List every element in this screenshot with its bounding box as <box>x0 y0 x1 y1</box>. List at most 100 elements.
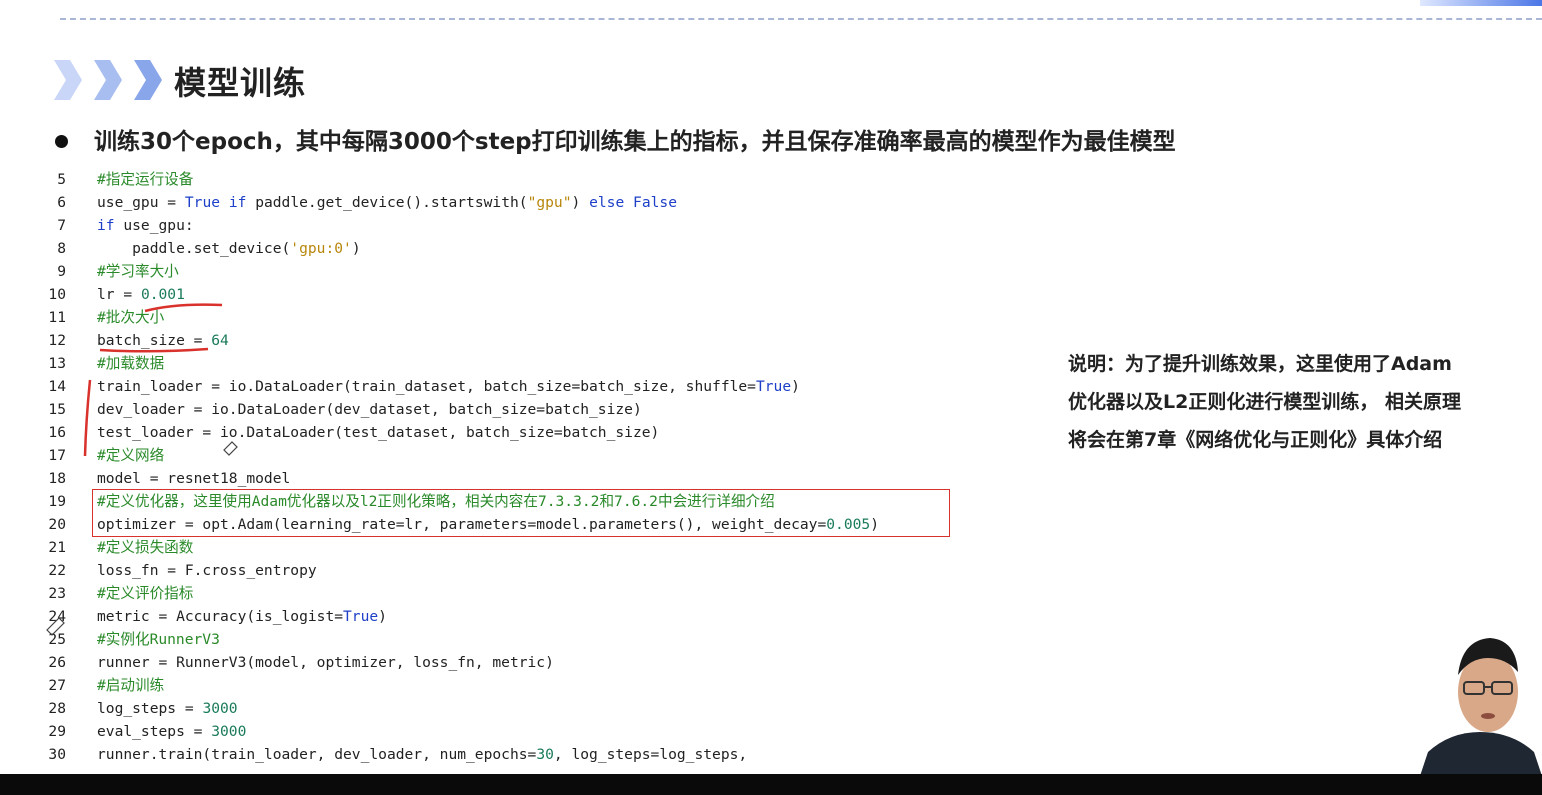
code-token: use_gpu: <box>114 217 194 234</box>
presenter-video <box>1420 620 1542 776</box>
code-token: #实例化RunnerV3 <box>97 631 220 648</box>
line-number: 12 <box>48 332 66 349</box>
code-line: 15 dev_loader = io.DataLoader(dev_dataset… <box>40 398 1040 421</box>
code-line: 23 #定义评价指标 <box>40 582 1040 605</box>
code-token: #定义损失函数 <box>97 539 194 556</box>
line-number: 8 <box>57 240 66 257</box>
bullet-text: 训练30个epoch，其中每隔3000个step打印训练集上的指标，并且保存准确… <box>94 129 1176 155</box>
code-text: loss_fn = F.cross_entropy <box>97 559 317 582</box>
code-line: 27 #启动训练 <box>40 674 1040 697</box>
side-note: 说明：为了提升训练效果，这里使用了Adam 优化器以及L2正则化进行模型训练， … <box>1068 345 1518 459</box>
code-token: test_loader = io.DataLoader(test_dataset… <box>97 424 660 441</box>
line-number: 17 <box>48 447 66 464</box>
code-token: ) <box>571 194 590 211</box>
code-line: 21 #定义损失函数 <box>40 536 1040 559</box>
line-number: 23 <box>48 585 66 602</box>
code-text: batch_size = 64 <box>97 329 229 352</box>
line-number: 10 <box>48 286 66 303</box>
code-text: #定义网络 <box>97 444 164 467</box>
code-token: #定义网络 <box>97 447 165 464</box>
chevron-arrows-icon <box>54 60 162 100</box>
code-token: dev_loader = io.DataLoader(dev_dataset, … <box>97 401 642 418</box>
line-number: 25 <box>48 631 66 648</box>
code-token: train_loader = io.DataLoader(train_datas… <box>97 378 756 395</box>
code-text: runner = RunnerV3(model, optimizer, loss… <box>97 651 554 674</box>
code-token: 30 <box>536 746 554 763</box>
code-token: paddle.set_device( <box>97 240 291 257</box>
code-token: paddle.get_device().startswith( <box>246 194 528 211</box>
line-number: 21 <box>48 539 66 556</box>
code-token: #指定运行设备 <box>97 171 194 188</box>
code-text: model = resnet18_model <box>97 467 290 490</box>
code-token: True <box>343 608 379 625</box>
code-token: lr = <box>97 286 141 303</box>
line-number: 22 <box>48 562 66 579</box>
code-block: 5 #指定运行设备 6 use_gpu = True if paddle.get_de… <box>40 168 1040 766</box>
code-text: runner.train(train_loader, dev_loader, n… <box>97 743 747 766</box>
code-line: 24 metric = Accuracy(is_logist=True) <box>40 605 1040 628</box>
code-line: 12 batch_size = 64 <box>40 329 1040 352</box>
bullet-dot <box>55 135 68 148</box>
code-token: use_gpu = <box>97 194 185 211</box>
code-token: #加载数据 <box>97 355 165 372</box>
line-number: 24 <box>48 608 66 625</box>
line-number: 27 <box>48 677 66 694</box>
code-line: 26 runner = RunnerV3(model, optimizer, lo… <box>40 651 1040 674</box>
top-accent-bar <box>1420 0 1542 6</box>
line-number: 5 <box>57 171 66 188</box>
code-token: eval_steps = <box>97 723 212 740</box>
side-note-line: 将会在第7章《网络优化与正则化》具体介绍 <box>1068 429 1443 451</box>
code-token: #启动训练 <box>97 677 165 694</box>
code-token: "gpu" <box>527 194 572 211</box>
code-token: log_steps = <box>97 700 203 717</box>
code-line: 9 #学习率大小 <box>40 260 1040 283</box>
code-token: True <box>184 194 221 211</box>
code-text: #批次大小 <box>97 306 164 329</box>
code-token: 64 <box>211 332 229 349</box>
line-number: 15 <box>48 401 66 418</box>
side-note-line: 优化器以及L2正则化进行模型训练， 相关原理 <box>1068 391 1461 413</box>
line-number: 13 <box>48 355 66 372</box>
line-number: 19 <box>48 493 66 510</box>
code-line: 29 eval_steps = 3000 <box>40 720 1040 743</box>
code-token: metric = Accuracy(is_logist= <box>97 608 344 625</box>
code-line: 8 paddle.set_device('gpu:0') <box>40 237 1040 260</box>
code-text: use_gpu = True if paddle.get_device().st… <box>97 191 677 214</box>
code-text: #定义评价指标 <box>97 582 193 605</box>
line-number: 9 <box>57 263 66 280</box>
code-text: eval_steps = 3000 <box>97 720 246 743</box>
line-number: 18 <box>48 470 66 487</box>
code-line: 10 lr = 0.001 <box>40 283 1040 306</box>
line-number: 14 <box>48 378 66 395</box>
code-token: 0.001 <box>140 286 185 303</box>
line-number: 29 <box>48 723 66 740</box>
code-line: 14 train_loader = io.DataLoader(train_dat… <box>40 375 1040 398</box>
line-number: 28 <box>48 700 66 717</box>
code-token: model = resnet18_model <box>97 470 291 487</box>
code-token: #定义评价指标 <box>97 585 194 602</box>
code-token: else <box>589 194 625 211</box>
code-token: 'gpu:0' <box>290 240 352 257</box>
presenter-avatar-icon <box>1420 620 1542 776</box>
code-line: 6 use_gpu = True if paddle.get_device().s… <box>40 191 1040 214</box>
code-token: runner = RunnerV3(model, optimizer, loss… <box>97 654 554 671</box>
code-token: #学习率大小 <box>97 263 179 280</box>
code-line: 28 log_steps = 3000 <box>40 697 1040 720</box>
code-token: True <box>755 378 792 395</box>
code-text: #实例化RunnerV3 <box>97 628 220 651</box>
code-line: 7 if use_gpu: <box>40 214 1040 237</box>
code-token: 3000 <box>211 723 247 740</box>
code-text: log_steps = 3000 <box>97 697 238 720</box>
code-text: lr = 0.001 <box>97 283 185 306</box>
line-number: 30 <box>48 746 66 763</box>
code-token: , log_steps=log_steps, <box>553 746 748 763</box>
code-line: 5 #指定运行设备 <box>40 168 1040 191</box>
code-text: #指定运行设备 <box>97 168 193 191</box>
line-number: 7 <box>57 217 66 234</box>
code-line: 18 model = resnet18_model <box>40 467 1040 490</box>
code-text: if use_gpu: <box>97 214 194 237</box>
code-text: #学习率大小 <box>97 260 179 283</box>
line-number: 26 <box>48 654 66 671</box>
